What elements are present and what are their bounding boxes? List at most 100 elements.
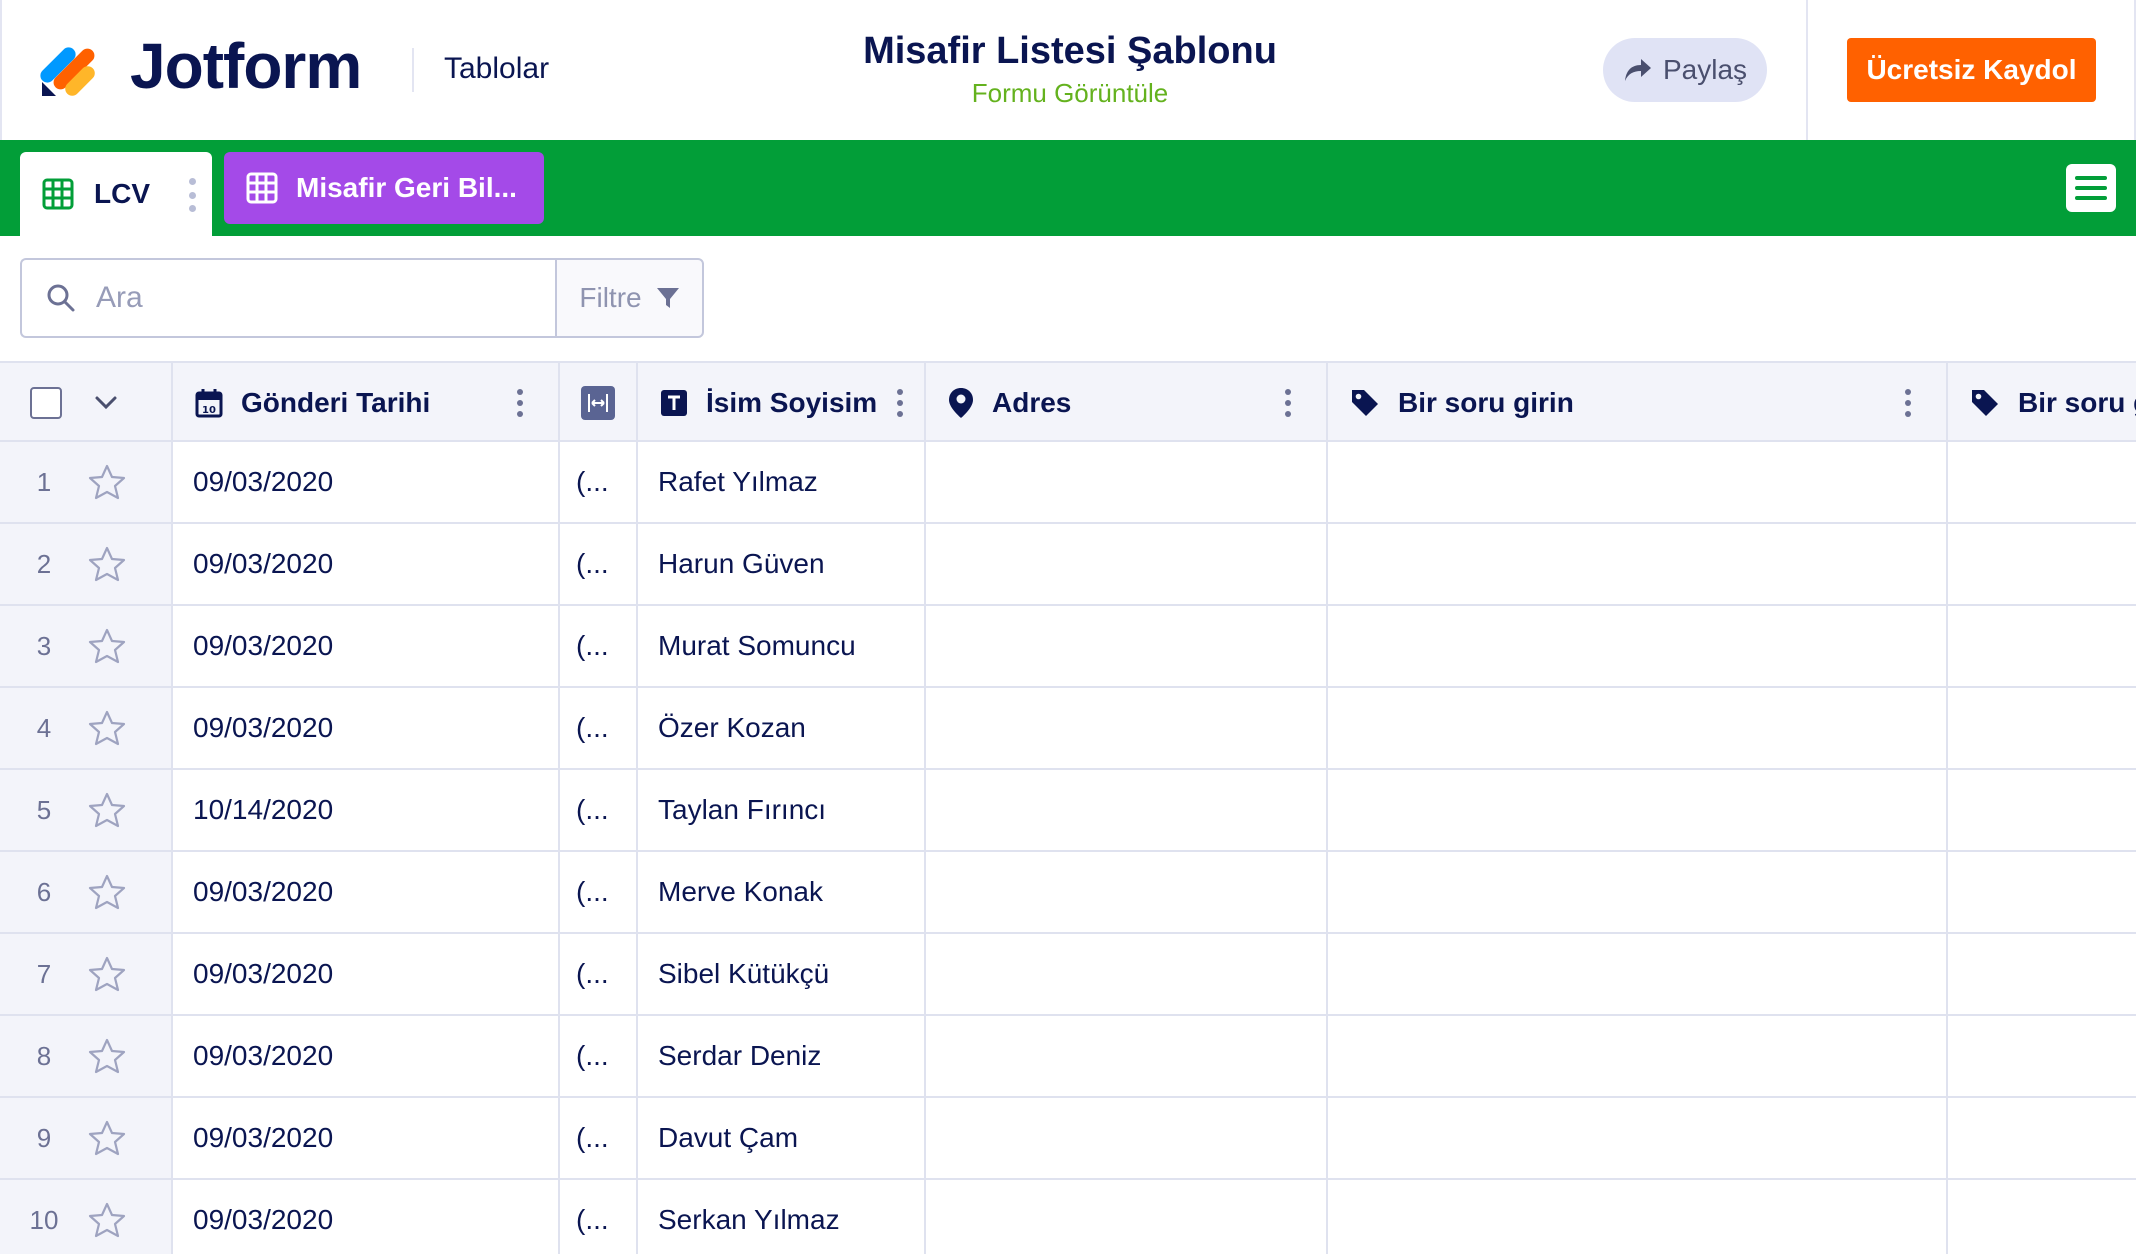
tab-options-icon[interactable]	[188, 178, 196, 212]
signup-button[interactable]: Ücretsiz Kaydol	[1847, 38, 2096, 102]
star-icon[interactable]	[88, 874, 126, 910]
column-options-icon[interactable]	[896, 389, 904, 417]
table-row[interactable]: 5 10/14/2020 (... Taylan Fırıncı	[0, 770, 2136, 852]
star-icon[interactable]	[88, 546, 126, 582]
date-cell[interactable]: 10/14/2020	[173, 770, 560, 850]
name-cell[interactable]: Taylan Fırıncı	[638, 770, 926, 850]
column-header-date[interactable]: 10 Gönderi Tarihi	[173, 363, 560, 442]
name-cell[interactable]: Sibel Kütükçü	[638, 934, 926, 1014]
column-header-question[interactable]: Bir soru girin	[1328, 363, 1948, 442]
table-row[interactable]: 3 09/03/2020 (... Murat Somuncu	[0, 606, 2136, 688]
table-row[interactable]: 10 09/03/2020 (... Serkan Yılmaz	[0, 1180, 2136, 1254]
date-cell[interactable]: 09/03/2020	[173, 1098, 560, 1178]
address-cell[interactable]	[926, 688, 1328, 768]
table-row[interactable]: 1 09/03/2020 (... Rafet Yılmaz	[0, 442, 2136, 524]
table-row[interactable]: 7 09/03/2020 (... Sibel Kütükçü	[0, 934, 2136, 1016]
share-button[interactable]: Paylaş	[1603, 38, 1767, 102]
table-row[interactable]: 8 09/03/2020 (... Serdar Deniz	[0, 1016, 2136, 1098]
address-cell[interactable]	[926, 1016, 1328, 1096]
column-header-question-2[interactable]: Bir soru g	[1948, 363, 2136, 442]
question-cell-2[interactable]	[1948, 524, 2136, 604]
tab-lcv[interactable]: LCV	[20, 152, 212, 236]
column-options-icon[interactable]	[516, 389, 524, 417]
column-options-icon[interactable]	[1284, 389, 1292, 417]
view-form-link[interactable]: Formu Görüntüle	[972, 78, 1169, 108]
question-cell-2[interactable]	[1948, 1098, 2136, 1178]
question-cell[interactable]	[1328, 606, 1948, 686]
collapsed-cell[interactable]: (...	[560, 1098, 638, 1178]
address-cell[interactable]	[926, 442, 1328, 522]
star-icon[interactable]	[88, 1202, 126, 1238]
question-cell-2[interactable]	[1948, 770, 2136, 850]
question-cell[interactable]	[1328, 524, 1948, 604]
name-cell[interactable]: Serkan Yılmaz	[638, 1180, 926, 1254]
address-cell[interactable]	[926, 606, 1328, 686]
address-cell[interactable]	[926, 770, 1328, 850]
address-cell[interactable]	[926, 934, 1328, 1014]
column-header-address[interactable]: Adres	[926, 363, 1328, 442]
name-cell[interactable]: Serdar Deniz	[638, 1016, 926, 1096]
name-cell[interactable]: Davut Çam	[638, 1098, 926, 1178]
star-icon[interactable]	[88, 628, 126, 664]
collapsed-cell[interactable]: (...	[560, 1180, 638, 1254]
star-icon[interactable]	[88, 1038, 126, 1074]
question-cell[interactable]	[1328, 852, 1948, 932]
address-cell[interactable]	[926, 852, 1328, 932]
question-cell[interactable]	[1328, 1180, 1948, 1254]
column-options-icon[interactable]	[1904, 389, 1912, 417]
star-icon[interactable]	[88, 710, 126, 746]
hamburger-menu-icon[interactable]	[2066, 164, 2116, 212]
question-cell[interactable]	[1328, 770, 1948, 850]
search-input[interactable]	[96, 281, 536, 315]
date-cell[interactable]: 09/03/2020	[173, 606, 560, 686]
question-cell-2[interactable]	[1948, 852, 2136, 932]
tab-misafir-geri-bildirim[interactable]: Misafir Geri Bil...	[224, 152, 544, 224]
column-header-name[interactable]: İsim Soyisim	[638, 363, 926, 442]
question-cell-2[interactable]	[1948, 606, 2136, 686]
collapsed-cell[interactable]: (...	[560, 606, 638, 686]
address-cell[interactable]	[926, 1098, 1328, 1178]
question-cell[interactable]	[1328, 688, 1948, 768]
name-cell[interactable]: Merve Konak	[638, 852, 926, 932]
question-cell-2[interactable]	[1948, 1016, 2136, 1096]
select-all-checkbox[interactable]	[30, 386, 62, 419]
table-row[interactable]: 4 09/03/2020 (... Özer Kozan	[0, 688, 2136, 770]
star-icon[interactable]	[88, 464, 126, 500]
star-icon[interactable]	[88, 956, 126, 992]
date-cell[interactable]: 09/03/2020	[173, 442, 560, 522]
column-header-collapsed[interactable]	[560, 363, 638, 442]
filter-button[interactable]: Filtre	[555, 258, 704, 338]
question-cell-2[interactable]	[1948, 934, 2136, 1014]
address-cell[interactable]	[926, 1180, 1328, 1254]
collapsed-cell[interactable]: (...	[560, 852, 638, 932]
name-cell[interactable]: Harun Güven	[638, 524, 926, 604]
table-row[interactable]: 9 09/03/2020 (... Davut Çam	[0, 1098, 2136, 1180]
date-cell[interactable]: 09/03/2020	[173, 688, 560, 768]
name-cell[interactable]: Rafet Yılmaz	[638, 442, 926, 522]
date-cell[interactable]: 09/03/2020	[173, 524, 560, 604]
question-cell[interactable]	[1328, 1016, 1948, 1096]
table-row[interactable]: 6 09/03/2020 (... Merve Konak	[0, 852, 2136, 934]
question-cell-2[interactable]	[1948, 442, 2136, 522]
chevron-down-icon[interactable]	[94, 395, 118, 411]
date-cell[interactable]: 09/03/2020	[173, 934, 560, 1014]
date-cell[interactable]: 09/03/2020	[173, 1016, 560, 1096]
question-cell-2[interactable]	[1948, 688, 2136, 768]
star-icon[interactable]	[88, 1120, 126, 1156]
date-cell[interactable]: 09/03/2020	[173, 1180, 560, 1254]
name-cell[interactable]: Özer Kozan	[638, 688, 926, 768]
question-cell[interactable]	[1328, 934, 1948, 1014]
address-cell[interactable]	[926, 524, 1328, 604]
question-cell[interactable]	[1328, 442, 1948, 522]
collapsed-cell[interactable]: (...	[560, 934, 638, 1014]
question-cell-2[interactable]	[1948, 1180, 2136, 1254]
collapsed-cell[interactable]: (...	[560, 770, 638, 850]
collapsed-cell[interactable]: (...	[560, 442, 638, 522]
date-cell[interactable]: 09/03/2020	[173, 852, 560, 932]
table-row[interactable]: 2 09/03/2020 (... Harun Güven	[0, 524, 2136, 606]
name-cell[interactable]: Murat Somuncu	[638, 606, 926, 686]
collapsed-cell[interactable]: (...	[560, 1016, 638, 1096]
collapsed-cell[interactable]: (...	[560, 524, 638, 604]
question-cell[interactable]	[1328, 1098, 1948, 1178]
collapsed-cell[interactable]: (...	[560, 688, 638, 768]
